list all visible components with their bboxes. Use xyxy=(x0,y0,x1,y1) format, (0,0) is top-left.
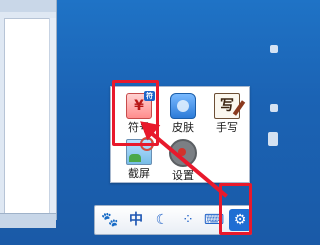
tool-skins-label: 皮肤 xyxy=(172,121,194,134)
window-scrollbar[interactable] xyxy=(49,18,56,214)
dots-icon[interactable]: ⁘ xyxy=(177,209,199,231)
tool-handwriting-label: 手写 xyxy=(216,121,238,134)
window-frame-bottom xyxy=(0,213,56,228)
desktop-icon-fragment xyxy=(270,104,278,112)
chinese-mode-toggle[interactable]: 中 xyxy=(125,209,147,231)
skin-icon xyxy=(170,93,196,119)
handwriting-icon: 写 xyxy=(214,93,240,119)
background-window xyxy=(0,0,57,228)
desktop-edge xyxy=(262,0,278,245)
tool-skins[interactable]: 皮肤 xyxy=(161,89,205,134)
window-frame-top xyxy=(0,0,56,12)
paw-icon[interactable]: 🐾 xyxy=(99,209,121,231)
highlight-toolbar-gear xyxy=(219,183,252,235)
tool-screenshot-label: 截屏 xyxy=(128,167,150,180)
desktop-icon-fragment xyxy=(270,45,278,53)
handwriting-glyph: 写 xyxy=(220,98,234,114)
tool-handwriting[interactable]: 写 手写 xyxy=(205,89,249,134)
moon-icon[interactable]: ☾ xyxy=(151,209,173,231)
desktop-icon-fragment xyxy=(268,132,278,146)
window-pane xyxy=(4,18,50,216)
